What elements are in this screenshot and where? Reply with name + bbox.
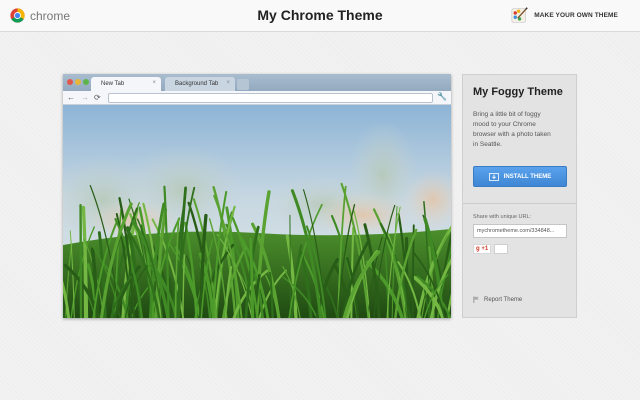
share-url-field[interactable]: mychrometheme.com/334848... [473,224,567,238]
plus-one-label: +1 [481,246,489,252]
window-controls [67,79,89,85]
wrench-icon: 🔧 [437,92,447,101]
plus-one-row: g +1 [473,244,566,254]
tab-new-tab: New Tab × [91,77,161,91]
theme-preview-window: New Tab × Background Tab × ← → ⟳ 🔧 [63,74,451,318]
minimize-window-icon [75,79,81,85]
tab-label: New Tab [101,81,125,87]
tab-close-icon: × [152,80,156,86]
install-theme-button[interactable]: INSTALL THEME [473,166,567,187]
palette-icon [511,7,528,23]
make-your-own-theme-button[interactable]: MAKE YOUR OWN THEME [511,7,618,24]
maximize-window-icon [83,79,89,85]
install-icon [488,172,499,181]
plus-one-count [494,244,509,254]
theme-description: Bring a little bit of foggy mood to your… [473,111,551,148]
theme-background-image [63,105,451,318]
top-bar: chrome My Chrome Theme MAKE YOUR OWN THE… [0,0,640,32]
tab-background-tab: Background Tab × [165,77,235,91]
grass-blade [289,214,292,318]
google-plus-one-button[interactable]: g +1 [473,244,492,254]
new-tab-button [237,79,249,90]
flag-icon [473,296,479,303]
forward-arrow-icon: → [81,93,89,102]
report-theme-link[interactable]: Report Theme [473,296,522,303]
browser-toolbar: ← → ⟳ 🔧 [63,91,451,105]
make-your-own-theme-label: MAKE YOUR OWN THEME [534,12,618,19]
address-bar [108,93,433,103]
reload-icon: ⟳ [94,93,101,102]
tab-label: Background Tab [175,81,219,87]
share-label: Share with unique URL: [473,214,532,220]
close-window-icon [67,79,73,85]
back-arrow-icon: ← [67,93,75,102]
tab-strip: New Tab × Background Tab × [63,74,451,91]
theme-info-panel: My Foggy Theme Bring a little bit of fog… [462,74,577,318]
theme-name: My Foggy Theme [473,86,563,98]
share-section: Share with unique URL: mychrometheme.com… [463,204,576,254]
tab-close-icon: × [226,80,230,86]
install-theme-label: INSTALL THEME [503,173,552,180]
theme-details: My Foggy Theme Bring a little bit of fog… [463,75,576,204]
report-theme-label: Report Theme [484,296,523,303]
